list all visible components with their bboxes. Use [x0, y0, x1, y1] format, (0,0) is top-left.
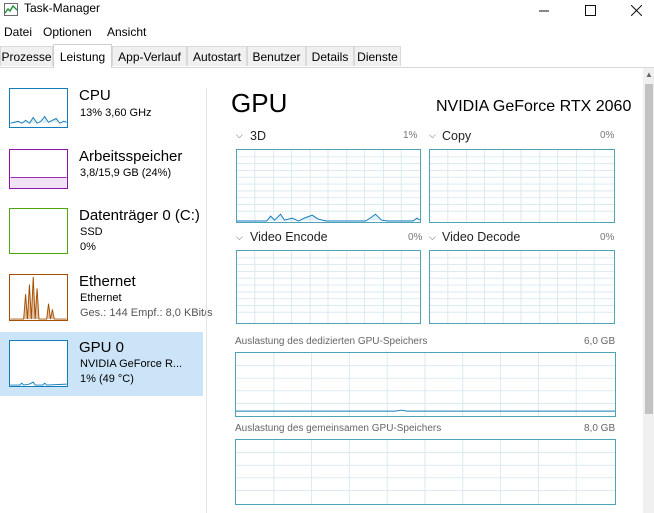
cpu-thumbnail-graph	[9, 88, 68, 128]
maximize-icon	[584, 4, 596, 16]
sidebar-item-title: Ethernet	[79, 273, 136, 290]
maximize-button[interactable]	[568, 0, 612, 20]
ethernet-thumbnail-graph	[9, 274, 68, 321]
sidebar-item-sub: 13% 3,60 GHz	[80, 107, 152, 119]
chevron-down-icon[interactable]: ⌵	[236, 232, 243, 243]
engine-graph-video-decode	[429, 250, 615, 324]
engine-percent: 0%	[600, 232, 615, 243]
sidebar-item-sub: NVIDIA GeForce R...	[80, 358, 183, 370]
minimize-icon	[538, 10, 549, 11]
sidebar-item-sub: 1% (49 °C)	[80, 373, 134, 385]
tab-dienste[interactable]: Dienste	[354, 46, 401, 66]
shared-memory-value: 8,0 GB	[584, 423, 616, 434]
engine-percent: 0%	[408, 232, 423, 243]
menu-ansicht[interactable]: Ansicht	[107, 25, 146, 39]
tab-prozesse[interactable]: Prozesse	[0, 46, 53, 66]
menu-datei[interactable]: Datei	[4, 25, 32, 39]
engine-select-3d[interactable]: 3D	[250, 129, 266, 143]
menu-optionen[interactable]: Optionen	[43, 25, 92, 39]
minimize-button[interactable]	[522, 0, 566, 20]
engine-percent: 1%	[403, 130, 418, 141]
dedicated-memory-graph	[235, 352, 616, 417]
chevron-down-icon[interactable]: ⌵	[429, 130, 436, 141]
sidebar-item-sub: Ges.: 144 Empf.: 8,0 KBit/s	[80, 307, 213, 319]
sidebar-item-title: Arbeitsspeicher	[79, 148, 183, 165]
engine-select-video-decode[interactable]: Video Decode	[442, 230, 520, 244]
chevron-down-icon[interactable]: ⌵	[236, 130, 243, 141]
close-icon	[630, 4, 642, 16]
sidebar-item-gpu[interactable]: GPU 0 NVIDIA GeForce R... 1% (49 °C)	[0, 332, 203, 396]
engine-graph-copy	[429, 149, 615, 223]
engine-percent: 0%	[600, 130, 615, 141]
sidebar-item-ethernet[interactable]: Ethernet Ethernet Ges.: 144 Empf.: 8,0 K…	[0, 266, 213, 330]
shared-memory-label: Auslastung des gemeinsamen GPU-Speichers	[235, 423, 442, 434]
engine-select-copy[interactable]: Copy	[442, 129, 471, 143]
sidebar-item-disk[interactable]: Datenträger 0 (C:) SSD 0%	[0, 200, 203, 264]
close-button[interactable]	[614, 0, 654, 20]
engine-select-video-encode[interactable]: Video Encode	[250, 230, 328, 244]
tab-app-verlauf[interactable]: App-Verlauf	[112, 46, 187, 66]
sidebar-item-sub: Ethernet	[80, 292, 122, 304]
memory-thumbnail-graph	[9, 149, 68, 189]
dedicated-memory-label: Auslastung des dedizierten GPU-Speichers	[235, 336, 428, 347]
page-title: GPU	[231, 88, 288, 118]
sidebar-item-memory[interactable]: Arbeitsspeicher 3,8/15,9 GB (24%)	[0, 142, 203, 206]
sidebar-item-title: GPU 0	[79, 339, 125, 356]
scrollbar-thumb[interactable]	[645, 84, 653, 414]
chevron-down-icon[interactable]: ⌵	[429, 232, 436, 243]
disk-thumbnail-graph	[9, 208, 68, 254]
sidebar-item-title: CPU	[79, 87, 111, 104]
gpu-thumbnail-graph	[9, 340, 68, 387]
tab-leistung[interactable]: Leistung	[53, 44, 112, 68]
panel-divider	[206, 88, 207, 513]
menu-bar	[0, 22, 654, 42]
engine-graph-3d	[236, 149, 421, 223]
window-title: Task-Manager	[24, 1, 101, 15]
sidebar-item-sub: SSD	[80, 226, 103, 238]
scroll-up-arrow-icon[interactable]: ▲	[644, 70, 654, 80]
dedicated-memory-value: 6,0 GB	[584, 336, 616, 347]
sidebar-item-sub: 0%	[80, 241, 96, 253]
shared-memory-graph	[235, 439, 616, 505]
task-manager-icon	[4, 3, 18, 16]
gpu-model-name: NVIDIA GeForce RTX 2060	[436, 98, 632, 115]
engine-graph-video-encode	[236, 250, 421, 324]
tab-benutzer[interactable]: Benutzer	[247, 46, 306, 66]
sidebar-item-sub: 3,8/15,9 GB (24%)	[80, 167, 172, 179]
tab-autostart[interactable]: Autostart	[187, 46, 247, 66]
tab-details[interactable]: Details	[306, 46, 354, 66]
sidebar-item-cpu[interactable]: CPU 13% 3,60 GHz	[0, 80, 203, 144]
sidebar-item-title: Datenträger 0 (C:)	[79, 207, 200, 224]
